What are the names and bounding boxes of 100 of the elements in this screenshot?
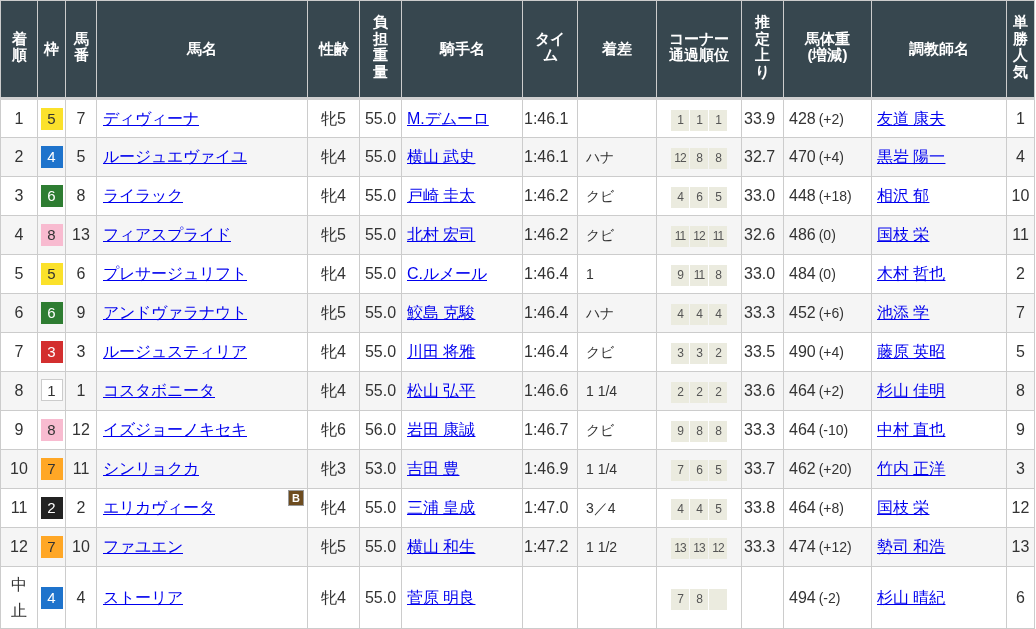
weight-change-text: (0) [818, 266, 836, 282]
horse-name-link[interactable]: ストーリア [103, 588, 183, 606]
column-header: 単 勝 人 気 [1013, 14, 1028, 81]
weight-change-text: (+4) [818, 344, 844, 360]
jockey-link[interactable]: 菅原 明良 [407, 588, 476, 606]
weight-change-text: (+18) [818, 188, 852, 204]
carried-weight-text: 55.0 [364, 187, 397, 204]
popularity-text: 13 [1011, 538, 1030, 555]
sex-age-text: 牝4 [321, 588, 346, 606]
margin-text: クビ [586, 226, 614, 243]
time-text: 1:46.7 [524, 421, 569, 438]
horse-name-link[interactable]: シンリョクカ [103, 460, 199, 477]
frame-number: 7 [40, 536, 63, 558]
sex-age-text: 牝5 [321, 304, 346, 321]
column-header: 馬 番 [73, 30, 89, 64]
sex-age-text: 牝5 [321, 538, 346, 555]
frame-number: 6 [40, 185, 63, 207]
corner-position: 11 [709, 226, 727, 247]
horse-name-link[interactable]: ライラック [103, 187, 183, 204]
body-weight-text: 490 [789, 343, 816, 360]
body-weight-text: 448 [789, 187, 816, 204]
rank-text: 10 [10, 460, 28, 477]
popularity-text: 11 [1012, 226, 1029, 243]
corner-position: 12 [690, 226, 708, 247]
corner-position: 9 [671, 265, 689, 286]
column-header: タイ ム [535, 30, 565, 64]
corner-position: 5 [709, 460, 727, 481]
margin-text: 1 1/2 [586, 538, 618, 555]
frame-number: 5 [40, 263, 63, 285]
last-3f-text: 33.0 [744, 187, 776, 204]
blinker-badge: B [288, 490, 304, 506]
popularity-text: 9 [1016, 421, 1025, 438]
horse-name-link[interactable]: エリカヴィータ [103, 499, 215, 516]
carried-weight-text: 55.0 [364, 109, 397, 127]
weight-change-text: (+6) [818, 305, 844, 321]
body-weight-text: 486 [789, 226, 816, 243]
frame-number: 3 [40, 341, 63, 363]
horse-number: 13 [72, 226, 90, 243]
frame-number: 6 [40, 302, 63, 324]
weight-change-text: (+4) [818, 149, 844, 165]
weight-change-text: (+2) [818, 110, 844, 127]
last-3f-text: 33.3 [744, 304, 776, 321]
popularity-text: 12 [1011, 499, 1030, 516]
corner-position: 3 [690, 343, 708, 364]
time-text: 1:47.2 [524, 538, 569, 555]
carried-weight-text: 55.0 [364, 226, 397, 243]
horse-name-link[interactable]: ファユエン [103, 538, 183, 555]
corner-position: 5 [709, 499, 727, 520]
column-header: 馬体重 (増減) [805, 30, 850, 64]
frame-number: 7 [40, 458, 63, 480]
time-text: 1:46.4 [524, 343, 569, 360]
last-3f-text: 33.8 [744, 499, 776, 516]
rank-text: 11 [10, 499, 28, 516]
body-weight-text: 464 [789, 499, 816, 516]
horse-number: 12 [72, 421, 90, 438]
corner-position: 8 [709, 148, 727, 169]
carried-weight-text: 56.0 [364, 421, 397, 438]
trainer-link[interactable]: 池添 学 [877, 304, 930, 321]
carried-weight-text: 55.0 [364, 588, 397, 606]
trainer-link[interactable]: 国枝 栄 [877, 226, 930, 243]
carried-weight-text: 55.0 [364, 382, 397, 399]
frame-number: 4 [40, 586, 63, 609]
weight-change-text: (+8) [818, 500, 844, 516]
carried-weight-text: 55.0 [364, 148, 397, 165]
last-3f-text: 33.6 [744, 382, 776, 399]
column-header: 騎手名 [439, 41, 485, 58]
corner-position: 4 [690, 499, 708, 520]
rank-text: 2 [14, 148, 24, 165]
last-3f-text: 33.7 [744, 460, 776, 477]
sex-age-text: 牝5 [321, 109, 346, 127]
last-3f-text: 33.9 [744, 109, 776, 127]
sex-age-text: 牝4 [321, 148, 346, 165]
popularity-text: 1 [1016, 109, 1025, 127]
corner-position: 5 [709, 187, 727, 208]
trainer-link[interactable]: 相沢 郁 [877, 187, 930, 204]
body-weight-text: 484 [789, 265, 816, 282]
column-header: 推 定 上 り [755, 14, 770, 81]
frame-number: 8 [40, 419, 63, 441]
column-header: 調教師名 [909, 41, 969, 58]
carried-weight-text: 55.0 [364, 265, 397, 282]
last-3f-text: 33.5 [744, 343, 776, 360]
corner-position: 4 [671, 187, 689, 208]
margin-text: クビ [586, 421, 614, 438]
jockey-link[interactable]: 吉田 豊 [407, 460, 460, 477]
corner-position: 2 [671, 382, 689, 403]
popularity-text: 4 [1016, 148, 1025, 165]
popularity-text: 3 [1016, 460, 1025, 477]
corner-position: 1 [690, 109, 708, 131]
trainer-link[interactable]: 杉山 晴紀 [877, 588, 946, 606]
corner-position: 11 [671, 226, 689, 247]
weight-change-text: (+2) [818, 383, 844, 399]
last-3f-text: 33.3 [744, 538, 776, 555]
horse-number: 8 [76, 187, 86, 204]
sex-age-text: 牝4 [321, 265, 346, 282]
sex-age-text: 牝3 [321, 460, 346, 477]
corner-position: 9 [671, 421, 689, 442]
trainer-link[interactable]: 国枝 栄 [877, 499, 930, 516]
column-header: 着差 [602, 41, 632, 58]
corner-position: 12 [709, 538, 727, 559]
frame-number: 2 [40, 497, 63, 519]
